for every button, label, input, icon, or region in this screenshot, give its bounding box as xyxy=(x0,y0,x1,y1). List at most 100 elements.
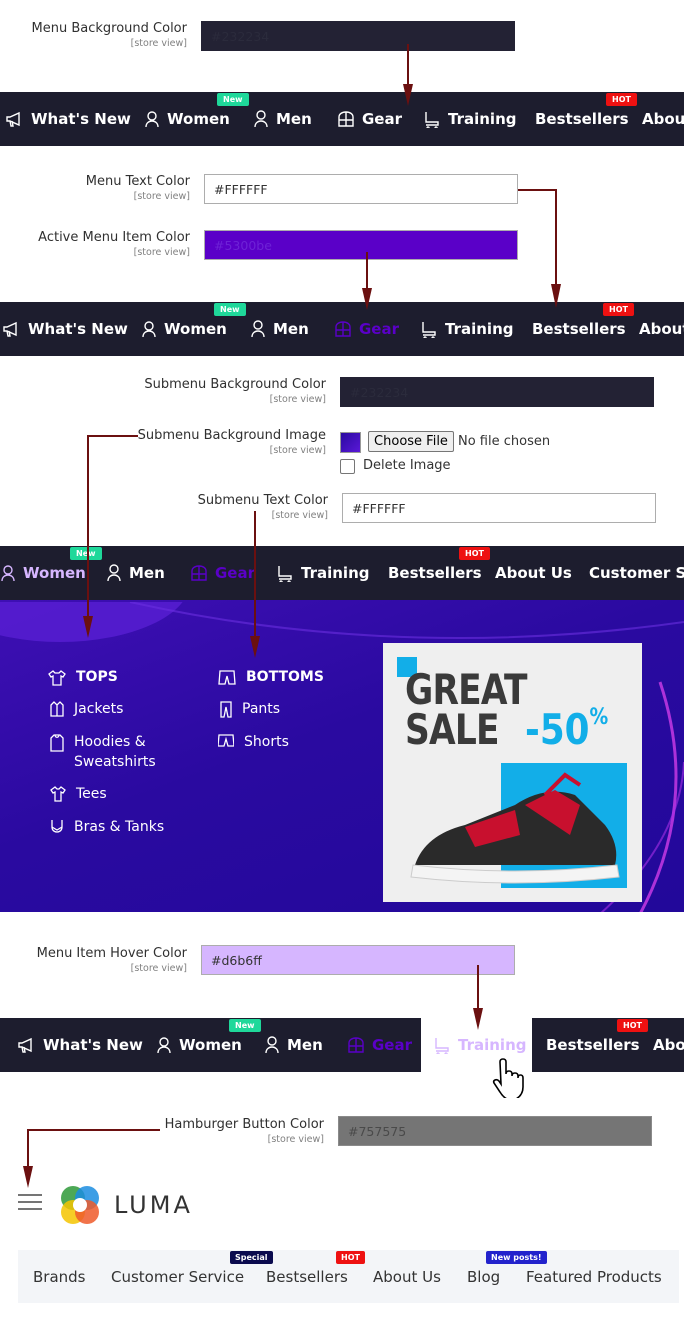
megaphone-icon xyxy=(18,1037,32,1053)
shirt-icon xyxy=(48,670,66,686)
megaphone-icon xyxy=(3,321,17,337)
scope-hint: [store view] xyxy=(133,191,190,202)
shorts-icon xyxy=(218,670,236,685)
nav-item-customer-service[interactable]: Customer Ser xyxy=(589,546,684,600)
scope-hint: [store view] xyxy=(130,963,187,974)
luma-logo-icon[interactable] xyxy=(58,1183,102,1227)
nav-item-whats-new[interactable]: What's New xyxy=(3,302,128,356)
submenu-item-shorts[interactable]: Shorts xyxy=(218,732,289,752)
delete-image-label: Delete Image xyxy=(363,458,451,473)
nav-item-blog[interactable]: Blog xyxy=(467,1250,500,1303)
promo-banner[interactable]: GREAT SALE -50% xyxy=(383,643,642,902)
nav-item-training[interactable]: Training xyxy=(423,92,516,146)
nav-item-about[interactable]: About xyxy=(642,92,684,146)
pants-icon xyxy=(220,701,232,718)
nav-item-about-us[interactable]: About Us xyxy=(373,1250,441,1303)
nav-item-gear-active[interactable]: Gear xyxy=(334,302,399,356)
jacket-icon xyxy=(50,701,64,717)
nav-item-gear-active[interactable]: Gear xyxy=(347,1018,412,1072)
menu-bg-label: Menu Background Color [store view] xyxy=(10,21,187,49)
nav-item-gear-active[interactable]: Gear xyxy=(190,546,255,600)
hot-badge: HOT xyxy=(617,1019,648,1032)
hamburger-icon[interactable] xyxy=(18,1194,42,1210)
man-icon xyxy=(107,564,121,582)
scope-hint: [store view] xyxy=(130,38,187,49)
gear-bag-icon xyxy=(335,321,351,337)
nav-item-brands[interactable]: Brands xyxy=(33,1250,86,1303)
nav-item-about[interactable]: About xyxy=(639,302,684,356)
nav-item-training[interactable]: Training xyxy=(420,302,513,356)
new-badge: New xyxy=(214,303,246,316)
mega-menu-preview: TOPS Jackets Hoodies & Sweatshirts Tees … xyxy=(0,600,684,912)
new-badge: New xyxy=(217,93,249,106)
hover-color-input[interactable]: #d6b6ff xyxy=(201,945,515,975)
submenu-text-input[interactable]: #FFFFFF xyxy=(342,493,656,523)
navbar-preview-3: Women New Men Gear Training Bestsellers … xyxy=(0,546,684,600)
hot-badge: HOT xyxy=(459,547,490,560)
hover-label: Menu Item Hover Color [store view] xyxy=(10,946,187,974)
training-icon xyxy=(278,566,292,582)
nav-item-men[interactable]: Men xyxy=(264,1018,323,1072)
submenu-item-hoodies[interactable]: Hoodies & Sweatshirts xyxy=(50,732,156,772)
active-menu-label: Active Menu Item Color [store view] xyxy=(10,230,190,258)
man-icon xyxy=(251,320,265,338)
megaphone-icon xyxy=(6,111,20,127)
training-icon xyxy=(422,322,436,338)
nav-item-about-us[interactable]: About Us xyxy=(495,546,572,600)
promo-discount: -50% xyxy=(525,705,609,754)
gear-bag-icon xyxy=(191,565,207,581)
nav-item-whats-new[interactable]: What's New xyxy=(18,1018,143,1072)
submenu-img-label: Submenu Background Image [store view] xyxy=(60,428,326,456)
nav-item-men[interactable]: Men xyxy=(253,92,312,146)
new-badge: New xyxy=(70,547,102,560)
man-icon xyxy=(254,110,268,128)
submenu-item-pants[interactable]: Pants xyxy=(220,699,280,719)
nav-item-men[interactable]: Men xyxy=(106,546,165,600)
tops-heading[interactable]: TOPS xyxy=(48,668,118,686)
bra-icon xyxy=(51,820,63,833)
menu-bg-input[interactable]: #232234 xyxy=(201,21,515,51)
training-icon xyxy=(425,112,439,128)
secondary-nav: Brands Customer Service Special Bestsell… xyxy=(18,1250,679,1303)
nav-item-about[interactable]: Abou xyxy=(653,1018,684,1072)
hamburger-color-input[interactable]: #757575 xyxy=(338,1116,652,1146)
woman-icon xyxy=(157,1037,171,1054)
hand-cursor-icon xyxy=(492,1058,524,1098)
menu-text-input[interactable]: #FFFFFF xyxy=(204,174,518,204)
hot-badge: HOT xyxy=(336,1251,365,1264)
choose-file-button[interactable]: Choose File xyxy=(368,431,454,452)
active-menu-input[interactable]: #5300be xyxy=(204,230,518,260)
no-file-text: No file chosen xyxy=(458,434,551,449)
woman-icon xyxy=(142,321,156,338)
nav-item-featured-products[interactable]: Featured Products xyxy=(526,1250,662,1303)
submenu-bg-input[interactable]: #232234 xyxy=(340,377,654,407)
nav-item-gear[interactable]: Gear xyxy=(337,92,402,146)
navbar-preview-4: What's New Women New Men Gear Training B… xyxy=(0,1018,684,1072)
luma-logo-text: LUMA xyxy=(114,1191,193,1219)
scope-hint: [store view] xyxy=(267,1134,324,1145)
navbar-preview-1: What's New Women New Men Gear Training B… xyxy=(0,92,684,146)
submenu-item-jackets[interactable]: Jackets xyxy=(50,699,123,719)
new-badge: New xyxy=(229,1019,261,1032)
bottoms-heading[interactable]: BOTTOMS xyxy=(218,668,324,686)
menu-text-label: Menu Text Color [store view] xyxy=(10,174,190,202)
scope-hint: [store view] xyxy=(133,247,190,258)
delete-image-checkbox[interactable] xyxy=(340,459,355,474)
nav-item-men[interactable]: Men xyxy=(250,302,309,356)
submenu-item-tees[interactable]: Tees xyxy=(50,784,107,804)
submenu-item-bras-tanks[interactable]: Bras & Tanks xyxy=(50,817,164,837)
nav-item-customer-service[interactable]: Customer Service xyxy=(111,1250,244,1303)
gear-bag-icon xyxy=(338,111,354,127)
gear-bag-icon xyxy=(348,1037,364,1053)
nav-item-training[interactable]: Training xyxy=(276,546,369,600)
scope-hint: [store view] xyxy=(269,394,326,405)
hot-badge: HOT xyxy=(603,303,634,316)
submenu-bg-label: Submenu Background Color [store view] xyxy=(60,377,326,405)
tshirt-icon xyxy=(50,786,66,802)
submenu-image-thumbnail xyxy=(340,432,361,453)
scope-hint: [store view] xyxy=(269,445,326,456)
woman-icon xyxy=(1,565,15,582)
nav-item-whats-new[interactable]: What's New xyxy=(6,92,131,146)
scope-hint: [store view] xyxy=(271,510,328,521)
training-icon xyxy=(435,1038,449,1054)
